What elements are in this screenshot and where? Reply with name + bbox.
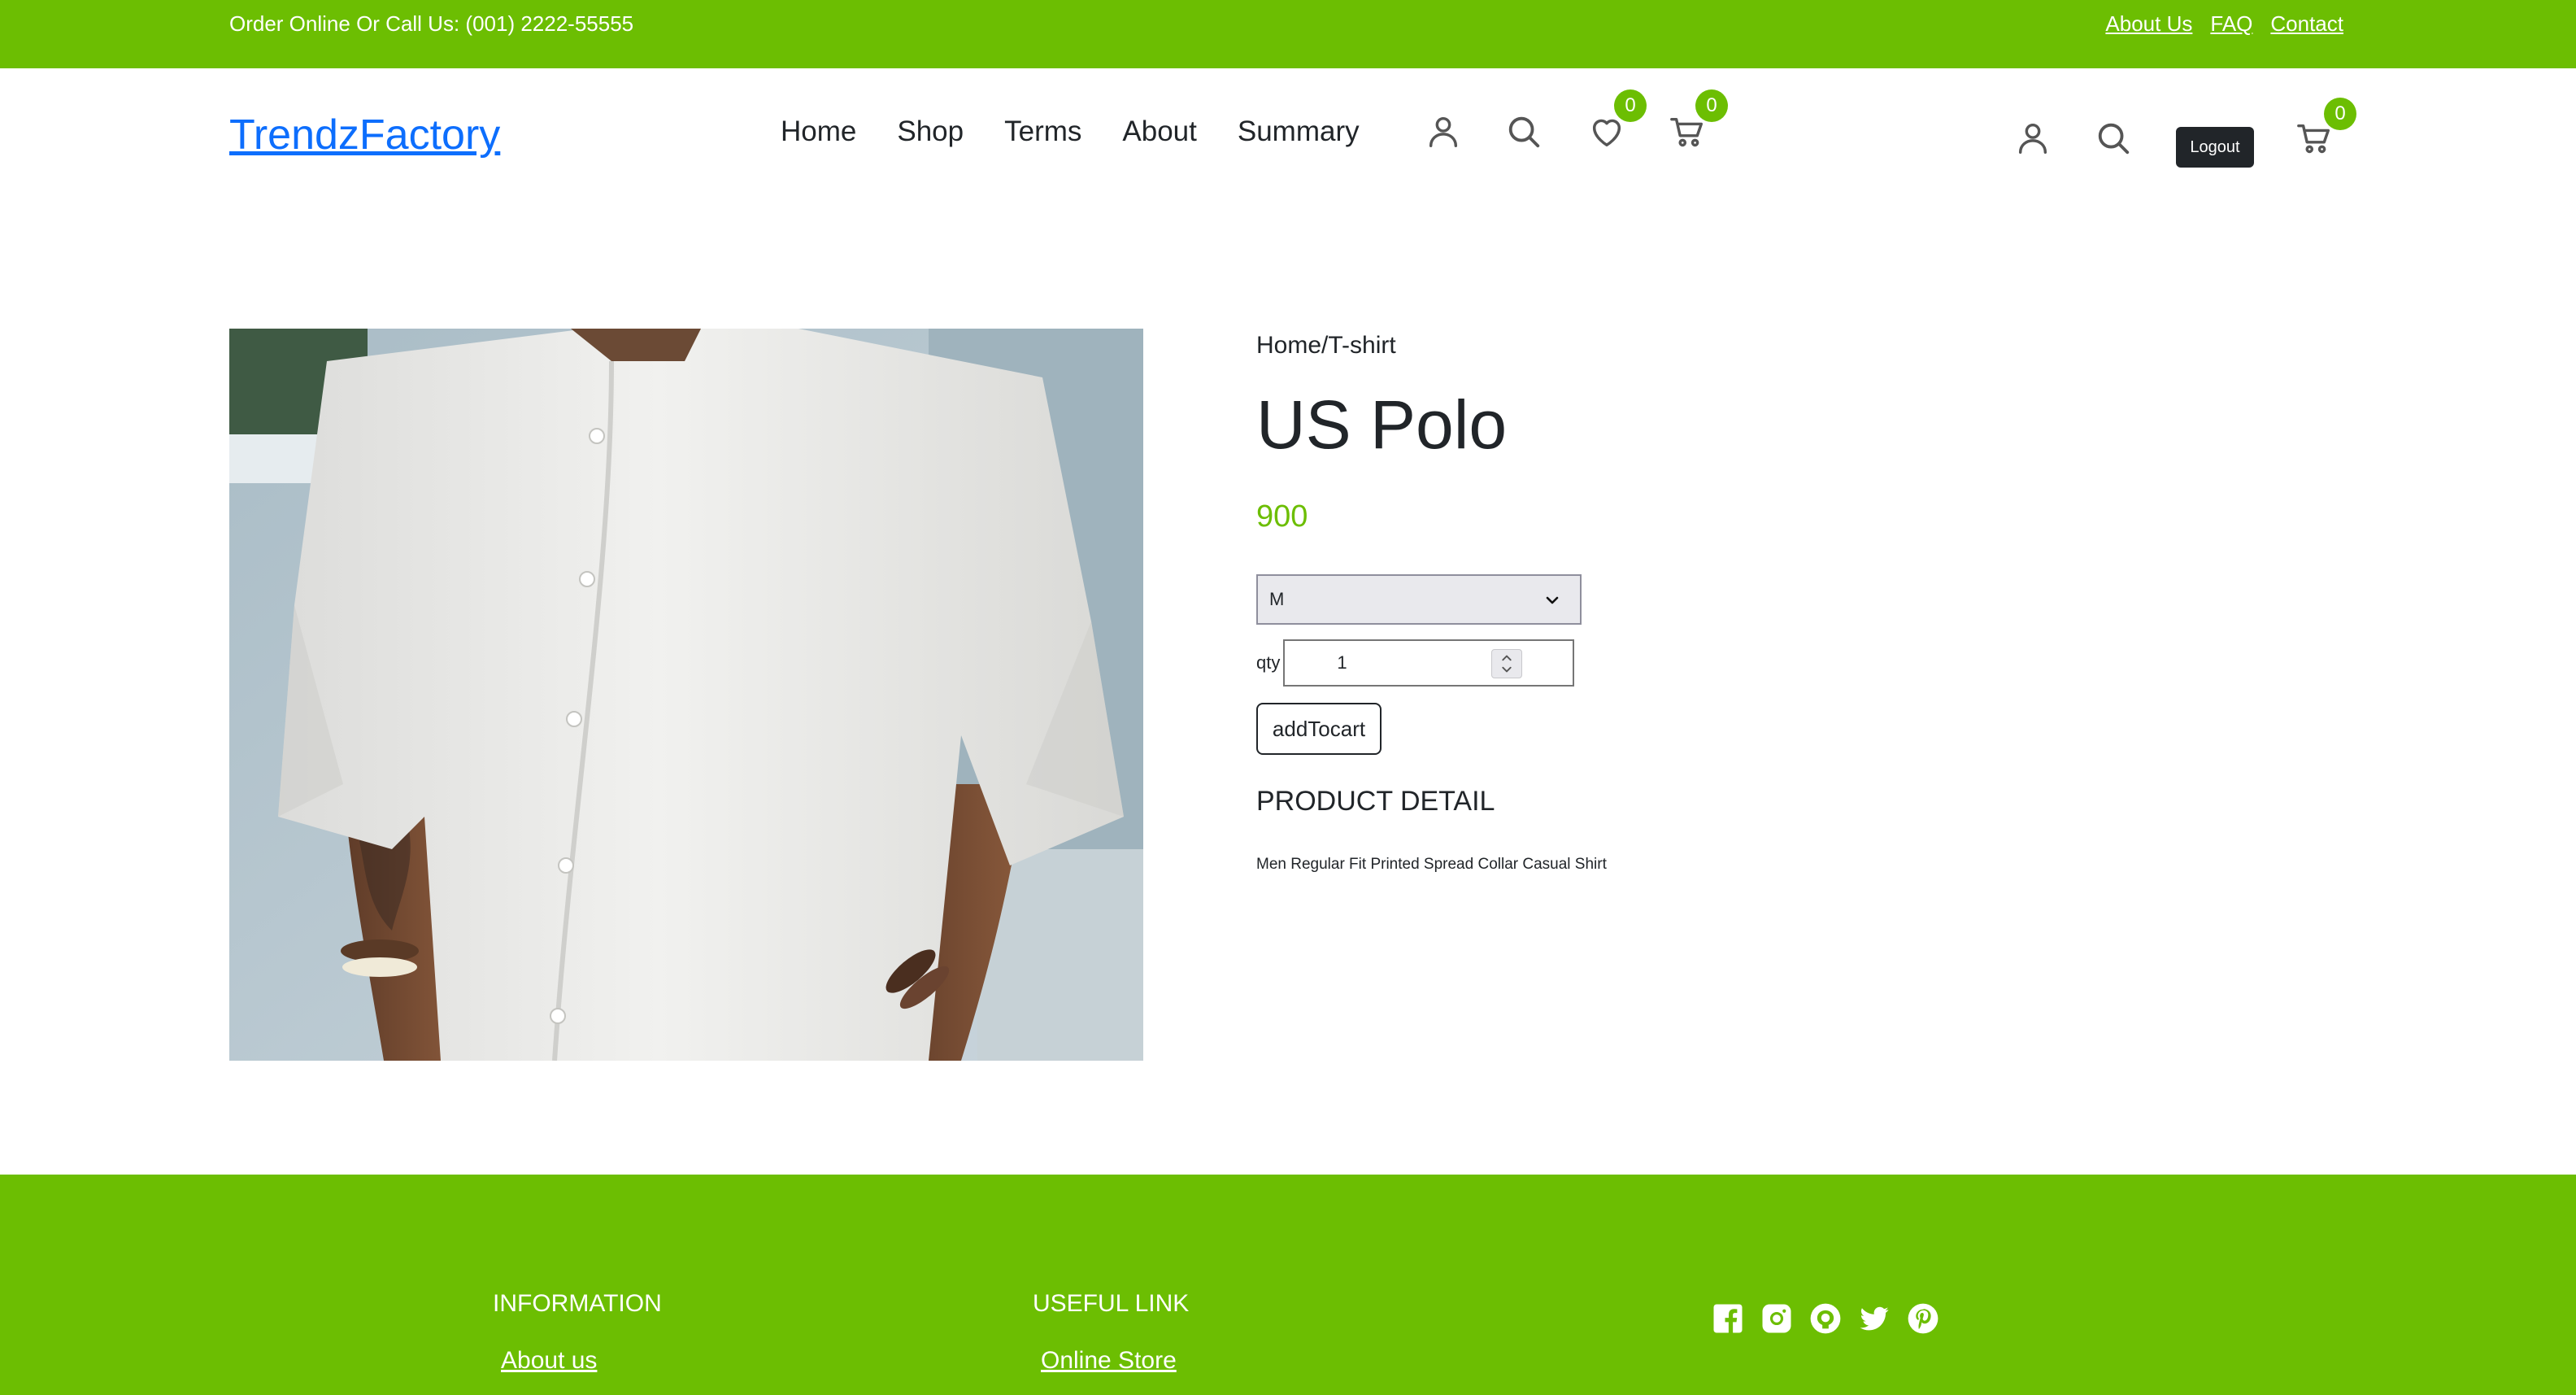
product-title: US Polo (1256, 386, 1508, 463)
qty-stepper[interactable] (1491, 649, 1523, 678)
product-price: 900 (1256, 499, 1308, 534)
cart-count-badge: 0 (1695, 89, 1728, 122)
breadcrumb-category[interactable]: T-shirt (1328, 332, 1395, 359)
size-select[interactable]: M (1256, 574, 1582, 625)
social-links (1711, 1301, 1940, 1336)
account-search-icon[interactable] (2091, 116, 2136, 161)
logout-button[interactable]: Logout (2176, 127, 2254, 168)
pinterest-icon[interactable] (1906, 1301, 1940, 1336)
twitter-icon[interactable] (1857, 1301, 1891, 1336)
footer-link-online-store[interactable]: Online Store (1041, 1347, 1177, 1375)
nav-shop[interactable]: Shop (897, 116, 964, 148)
footer-link-about-us[interactable]: About us (501, 1347, 597, 1375)
top-link-faq[interactable]: FAQ (2210, 11, 2252, 37)
site-footer: INFORMATION About us USEFUL LINK Online … (0, 1175, 2576, 1395)
brand-logo-link[interactable]: TrendzFactory (229, 111, 500, 159)
qty-value: 1 (1337, 652, 1347, 673)
top-link-about-us[interactable]: About Us (2105, 11, 2192, 37)
footer-information-heading: INFORMATION (493, 1290, 662, 1317)
contact-text: Order Online Or Call Us: (001) 2222-5555… (229, 11, 634, 36)
account-cart-count-badge: 0 (2324, 98, 2356, 130)
top-bar: Order Online Or Call Us: (001) 2222-5555… (0, 0, 2576, 68)
site-header: TrendzFactory Home Shop Terms About Summ… (0, 68, 2576, 215)
instagram-icon[interactable] (1760, 1301, 1794, 1336)
main-nav: Home Shop Terms About Summary (781, 116, 1360, 148)
product-image (229, 329, 1143, 1061)
nav-summary[interactable]: Summary (1238, 116, 1360, 148)
search-icon[interactable] (1501, 109, 1547, 155)
nav-terms[interactable]: Terms (1004, 116, 1081, 148)
qty-input[interactable]: 1 (1283, 639, 1575, 687)
size-select-value: M (1269, 589, 1285, 609)
facebook-icon[interactable] (1711, 1301, 1745, 1336)
product-photo-white-shirt (229, 329, 1143, 1061)
nav-about[interactable]: About (1122, 116, 1196, 148)
add-to-cart-button[interactable]: addTocart (1256, 703, 1382, 755)
qty-label: qty (1256, 652, 1281, 673)
nav-home[interactable]: Home (781, 116, 856, 148)
top-link-contact[interactable]: Contact (2270, 11, 2343, 37)
breadcrumb: Home/T-shirt (1256, 332, 1396, 360)
github-icon[interactable] (1808, 1301, 1843, 1336)
product-detail-heading: PRODUCT DETAIL (1256, 786, 1495, 817)
breadcrumb-home[interactable]: Home (1256, 332, 1321, 359)
qty-row: qty 1 (1256, 639, 1575, 687)
product-detail-text: Men Regular Fit Printed Spread Collar Ca… (1256, 856, 1607, 873)
wishlist-count-badge: 0 (1614, 89, 1647, 122)
chevron-down-icon (1546, 596, 1559, 604)
account-user-icon[interactable] (2010, 116, 2056, 161)
user-icon[interactable] (1421, 109, 1466, 155)
footer-useful-heading: USEFUL LINK (1033, 1290, 1190, 1317)
top-links: About Us FAQ Contact (2105, 11, 2343, 37)
